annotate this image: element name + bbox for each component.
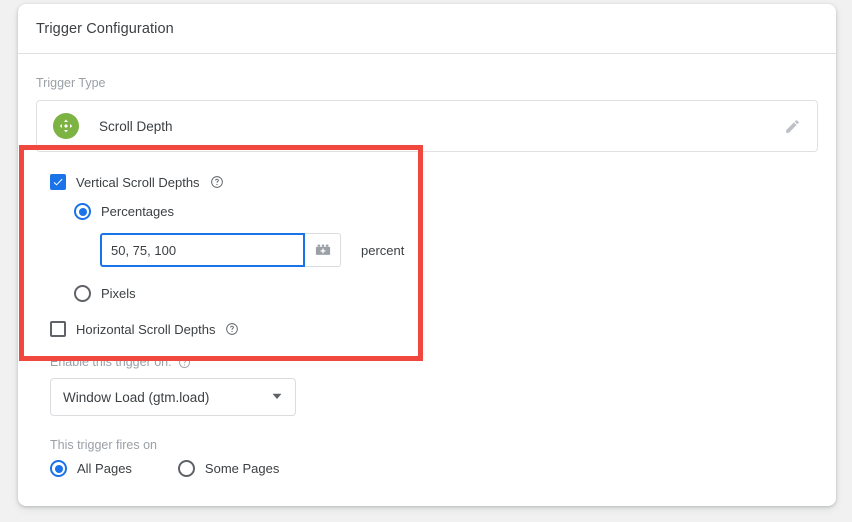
horizontal-scroll-depths-row[interactable]: Horizontal Scroll Depths bbox=[50, 321, 818, 337]
help-circle-icon-horizontal[interactable] bbox=[225, 322, 239, 336]
percentages-input[interactable] bbox=[100, 233, 305, 267]
chevron-down-icon[interactable] bbox=[271, 390, 283, 405]
some-pages-label: Some Pages bbox=[205, 461, 279, 476]
card-header: Trigger Configuration bbox=[18, 4, 836, 54]
pencil-icon[interactable] bbox=[781, 115, 803, 137]
insert-variable-icon[interactable] bbox=[305, 233, 341, 267]
trigger-type-label-text: Trigger Type bbox=[36, 76, 105, 90]
help-circle-icon-enable-on[interactable] bbox=[178, 355, 192, 369]
help-circle-icon-vertical[interactable] bbox=[210, 175, 224, 189]
fires-on-options: All Pages Some Pages bbox=[50, 460, 818, 477]
scroll-depth-options: Vertical Scroll Depths Percentages bbox=[36, 152, 818, 337]
all-pages-label: All Pages bbox=[77, 461, 132, 476]
trigger-type-value: Scroll Depth bbox=[99, 119, 173, 134]
percentages-label: Percentages bbox=[101, 204, 174, 219]
vertical-scroll-depths-checkbox[interactable] bbox=[50, 174, 66, 190]
all-pages-radio[interactable] bbox=[50, 460, 67, 477]
horizontal-scroll-depths-label: Horizontal Scroll Depths bbox=[76, 322, 215, 337]
percent-unit-label: percent bbox=[361, 243, 404, 258]
vertical-scroll-depths-row[interactable]: Vertical Scroll Depths bbox=[50, 174, 818, 190]
enable-on-select[interactable]: Window Load (gtm.load) bbox=[50, 378, 296, 416]
some-pages-radio[interactable] bbox=[178, 460, 195, 477]
fires-on-option-all-pages[interactable]: All Pages bbox=[50, 460, 132, 477]
page-title: Trigger Configuration bbox=[36, 21, 174, 37]
enable-on-label-text: Enable this trigger on: bbox=[50, 355, 172, 369]
pixels-label: Pixels bbox=[101, 286, 136, 301]
enable-on-section: Enable this trigger on: Window Load (gtm… bbox=[36, 355, 818, 477]
trigger-type-tile[interactable]: Scroll Depth bbox=[36, 100, 818, 152]
fires-on-option-some-pages[interactable]: Some Pages bbox=[178, 460, 279, 477]
trigger-type-label: Trigger Type bbox=[36, 76, 818, 90]
vertical-scroll-depths-label: Vertical Scroll Depths bbox=[76, 175, 200, 190]
percentages-input-row: percent bbox=[100, 233, 818, 267]
scroll-depth-icon bbox=[53, 113, 79, 139]
pixels-row[interactable]: Pixels bbox=[74, 285, 818, 302]
enable-on-selected-value: Window Load (gtm.load) bbox=[63, 390, 209, 405]
trigger-configuration-card: Trigger Configuration Trigger Type Scrol… bbox=[18, 4, 836, 506]
horizontal-scroll-depths-checkbox[interactable] bbox=[50, 321, 66, 337]
enable-on-label: Enable this trigger on: bbox=[50, 355, 818, 369]
fires-on-label: This trigger fires on bbox=[50, 438, 818, 452]
percentages-radio[interactable] bbox=[74, 203, 91, 220]
percentages-row[interactable]: Percentages bbox=[74, 203, 818, 220]
pixels-radio[interactable] bbox=[74, 285, 91, 302]
card-body: Trigger Type Scroll Depth bbox=[18, 54, 836, 477]
